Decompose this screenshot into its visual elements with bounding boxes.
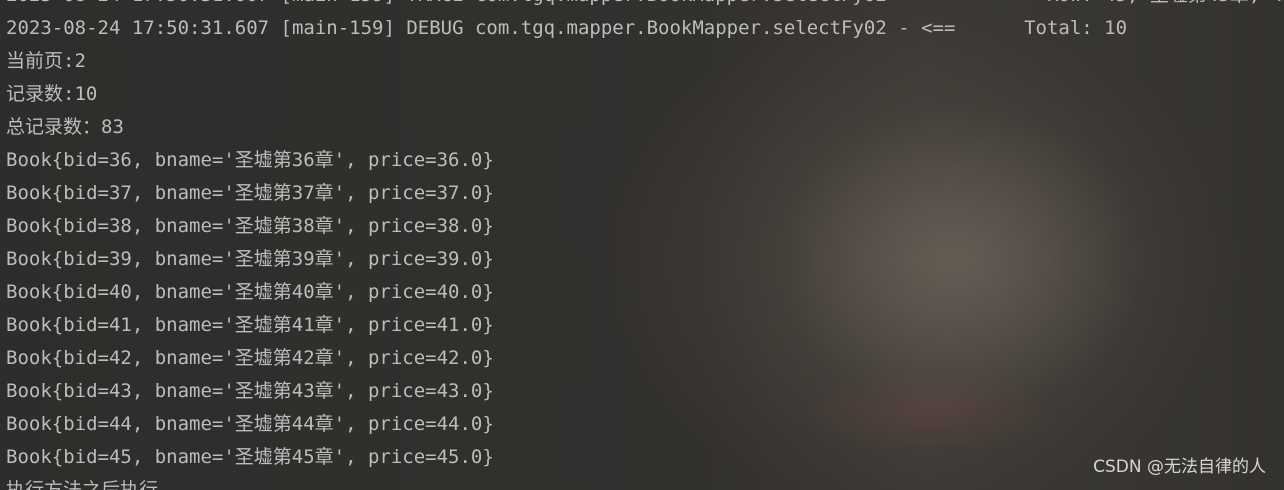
book-line: Book{bid=41, bname='圣墟第41章', price=41.0} bbox=[6, 314, 494, 336]
book-line: Book{bid=44, bname='圣墟第44章', price=44.0} bbox=[6, 413, 494, 435]
record-count-line: 记录数:10 bbox=[6, 83, 98, 105]
book-line: Book{bid=38, bname='圣墟第38章', price=38.0} bbox=[6, 215, 494, 237]
book-line: Book{bid=37, bname='圣墟第37章', price=37.0} bbox=[6, 182, 494, 204]
csdn-watermark: CSDN @无法自律的人 bbox=[1093, 457, 1266, 477]
book-line: Book{bid=36, bname='圣墟第36章', price=36.0} bbox=[6, 149, 494, 171]
book-line: Book{bid=43, bname='圣墟第43章', price=43.0} bbox=[6, 380, 494, 402]
log-line-debug-total: 2023-08-24 17:50:31.607 [main-159] DEBUG… bbox=[6, 17, 1128, 39]
log-line-trace: 2023-08-24 17:50:31.607 [main-159] TRACE… bbox=[6, 0, 1284, 12]
book-line: Book{bid=39, bname='圣墟第39章', price=39.0} bbox=[6, 248, 494, 270]
console-output[interactable]: 2023-08-24 17:50:31.607 [main-159] TRACE… bbox=[6, 0, 1284, 490]
total-records-line: 总记录数：83 bbox=[6, 116, 124, 138]
current-page-line: 当前页:2 bbox=[6, 50, 86, 72]
book-line: Book{bid=40, bname='圣墟第40章', price=40.0} bbox=[6, 281, 494, 303]
book-line: Book{bid=42, bname='圣墟第42章', price=42.0} bbox=[6, 347, 494, 369]
